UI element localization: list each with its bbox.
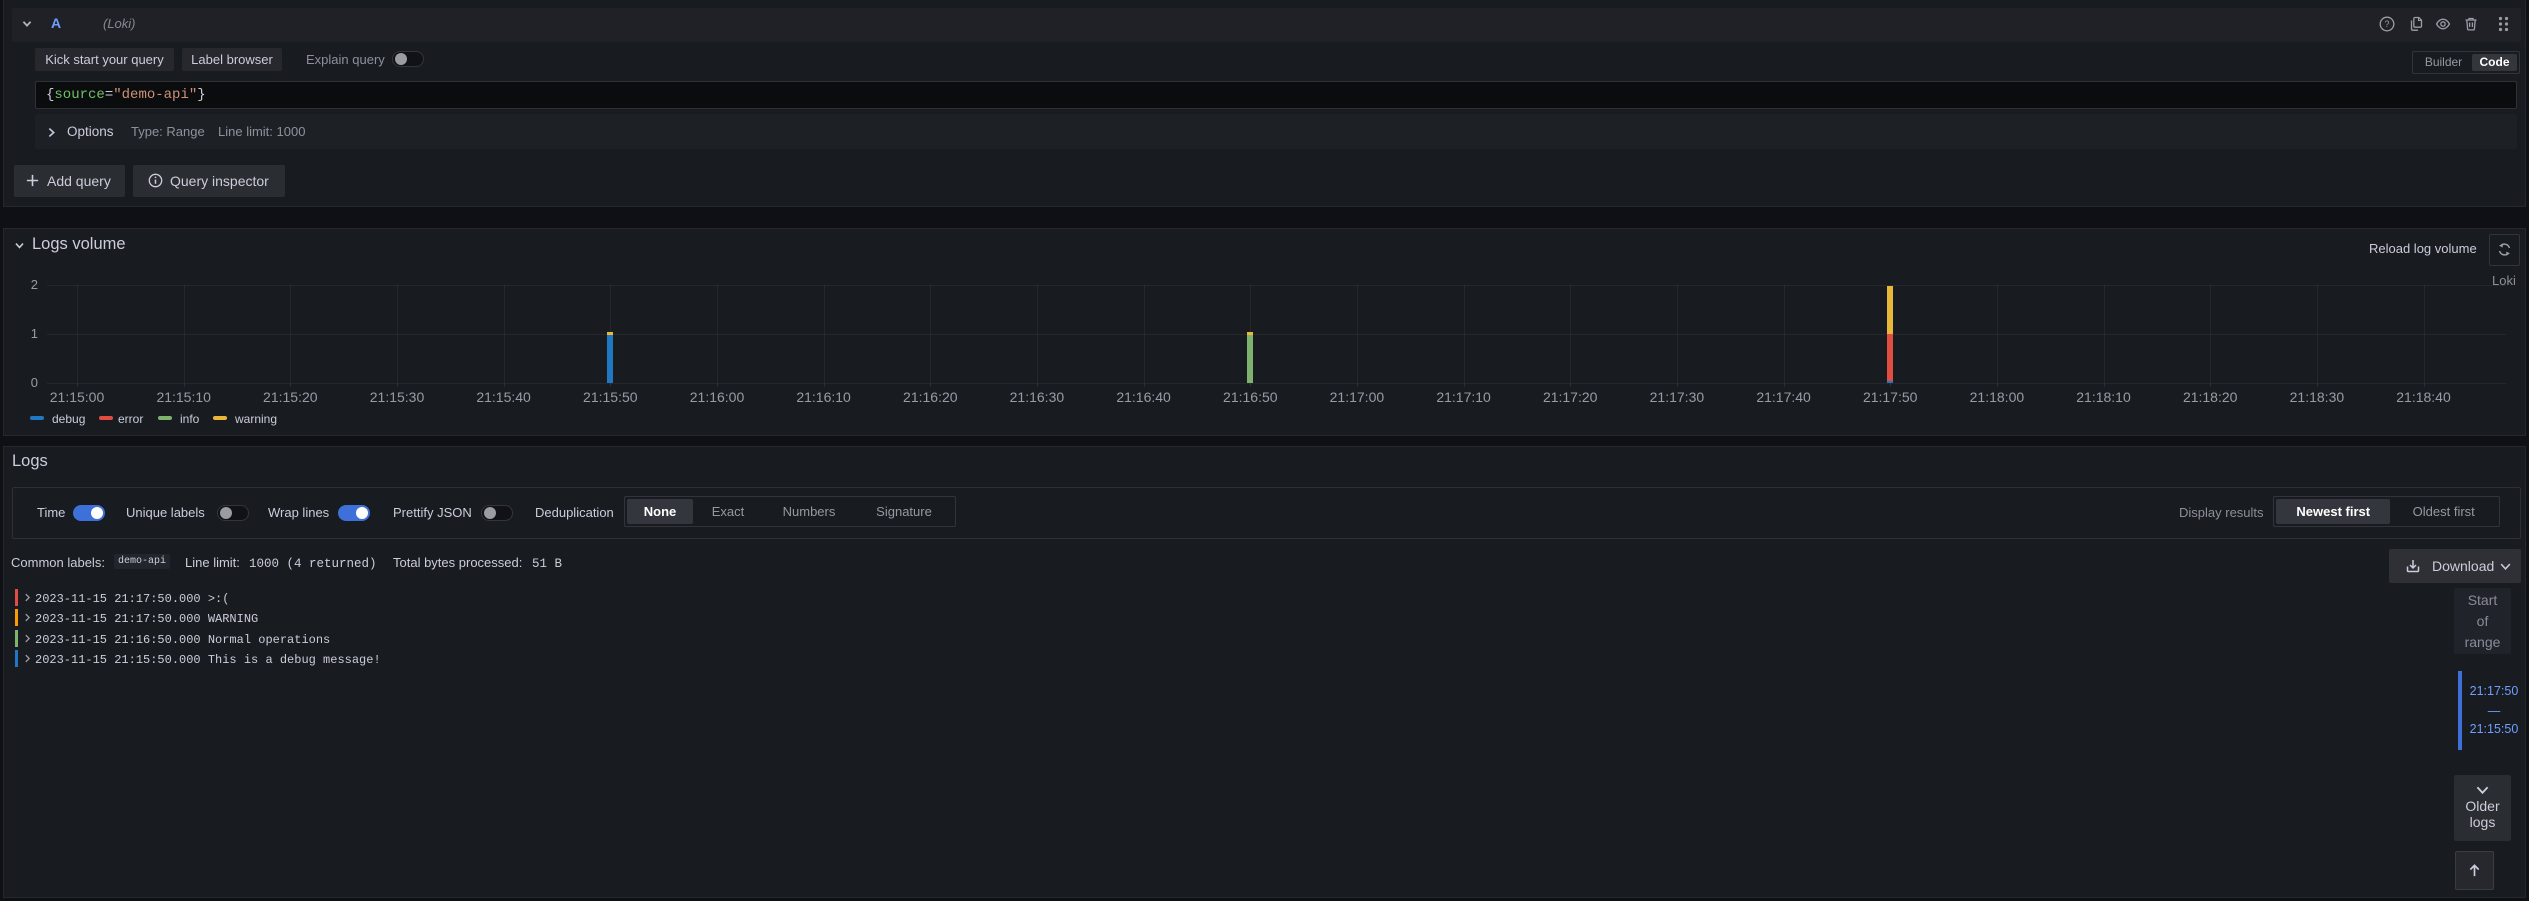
svg-text:?: ? xyxy=(2384,19,2389,29)
